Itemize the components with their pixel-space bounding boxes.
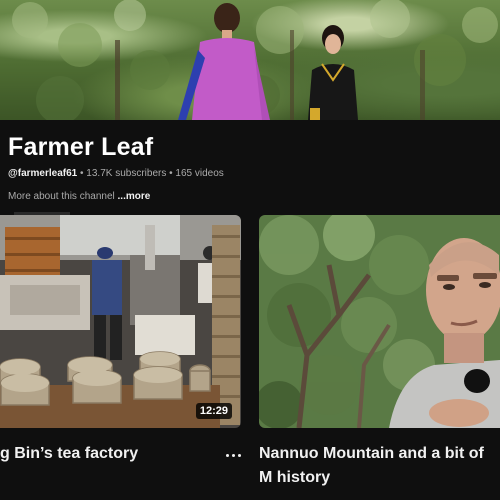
channel-about[interactable]: More about this channel ...more: [8, 191, 150, 202]
video-title-1[interactable]: g Bin’s tea factory: [0, 442, 215, 466]
tea-factory-photo: [0, 215, 241, 428]
banner-photo: [12, 0, 498, 120]
subscriber-count: 13.7K subscribers: [86, 168, 167, 179]
channel-handle: @farmerleaf61: [8, 168, 78, 179]
meta-separator: •: [77, 168, 87, 179]
menu-dot: [237, 453, 241, 457]
video-duration: 12:29: [195, 403, 232, 419]
nannuo-mountain-photo: [259, 215, 500, 428]
more-vert-icon[interactable]: [222, 446, 244, 464]
video-title-2[interactable]: Nannuo Mountain and a bit of M history: [259, 442, 500, 490]
more-link[interactable]: ...more: [118, 191, 151, 202]
video-thumbnail-1[interactable]: 12:29: [0, 215, 241, 428]
about-text: More about this channel: [8, 191, 115, 202]
menu-dot: [231, 453, 235, 457]
channel-meta: @farmerleaf61 • 13.7K subscribers • 165 …: [8, 168, 224, 179]
channel-name: Farmer Leaf: [8, 133, 154, 161]
menu-dot: [225, 453, 229, 457]
channel-banner: [0, 0, 500, 120]
video-count: 165 videos: [175, 168, 224, 179]
video-thumbnail-2[interactable]: [259, 215, 500, 428]
